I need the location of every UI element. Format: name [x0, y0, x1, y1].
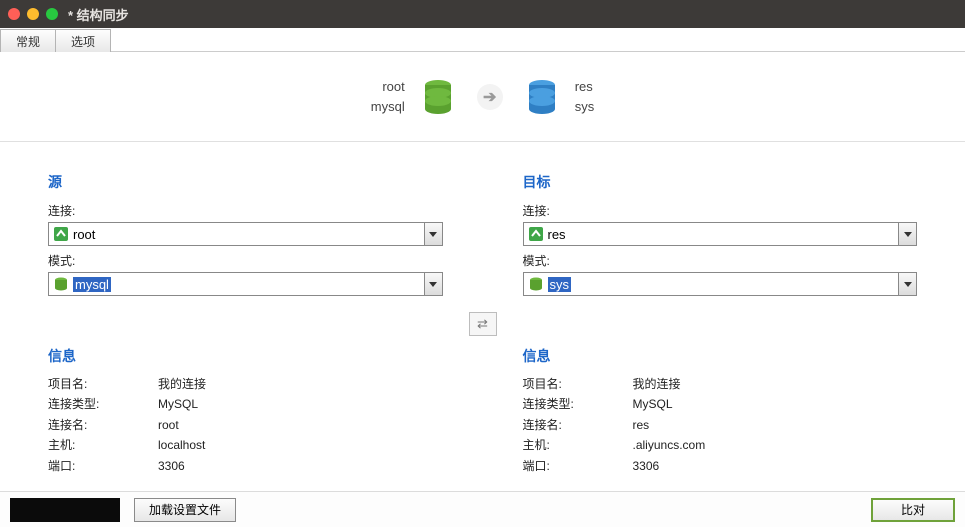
source-conn-select[interactable]: root: [48, 222, 443, 246]
source-conn-label: 连接:: [48, 202, 443, 219]
swap-button[interactable]: ⇄: [469, 312, 497, 336]
diagram-source-labels: root mysql: [371, 77, 405, 116]
connection-icon: [528, 226, 544, 242]
diagram-source-conn: root: [371, 77, 405, 97]
footer-redacted: [10, 498, 120, 522]
chevron-down-icon[interactable]: [898, 223, 916, 245]
target-conn-select[interactable]: res: [523, 222, 918, 246]
minimize-icon[interactable]: [27, 8, 39, 20]
source-info-host: localhost: [158, 435, 205, 455]
target-schema-select[interactable]: sys: [523, 272, 918, 296]
source-schema-value: mysql: [73, 277, 111, 292]
diagram-target-schema: sys: [575, 97, 595, 117]
target-info-title: 信息: [523, 346, 918, 366]
label-project: 项目名:: [48, 374, 158, 394]
tab-bar: 常规 选项: [0, 28, 965, 52]
window-title: * 结构同步: [68, 5, 129, 24]
schema-icon: [53, 276, 69, 292]
target-info-port: 3306: [633, 456, 660, 476]
target-info-type: MySQL: [633, 394, 673, 414]
label-port: 端口:: [48, 456, 158, 476]
window-controls: [8, 8, 58, 20]
diagram-source-schema: mysql: [371, 97, 405, 117]
label-project: 项目名:: [523, 374, 633, 394]
target-panel: 目标 连接: res 模式: sys 信息 项目名:我的连接 连接类型:MySQ…: [523, 172, 918, 476]
label-conn: 连接名:: [523, 415, 633, 435]
chevron-down-icon[interactable]: [424, 223, 442, 245]
diagram-target-conn: res: [575, 77, 595, 97]
footer-bar: 加载设置文件 比对: [0, 491, 965, 527]
connection-icon: [53, 226, 69, 242]
source-panel: 源 连接: root 模式: mysql 信息 项目名:我的连接 连接类型:My…: [48, 172, 443, 476]
main-content: 源 连接: root 模式: mysql 信息 项目名:我的连接 连接类型:My…: [0, 142, 965, 476]
chevron-down-icon[interactable]: [898, 273, 916, 295]
target-conn-value: res: [548, 227, 566, 242]
middle-column: ⇄: [443, 172, 523, 476]
target-info-host: .aliyuncs.com: [633, 435, 706, 455]
window-titlebar: * 结构同步: [0, 0, 965, 28]
target-schema-label: 模式:: [523, 252, 918, 269]
tab-options[interactable]: 选项: [55, 29, 111, 52]
load-settings-button[interactable]: 加载设置文件: [134, 498, 236, 522]
swap-icon: ⇄: [477, 316, 488, 332]
source-schema-select[interactable]: mysql: [48, 272, 443, 296]
maximize-icon[interactable]: [46, 8, 58, 20]
label-conn: 连接名:: [48, 415, 158, 435]
source-info-type: MySQL: [158, 394, 198, 414]
label-host: 主机:: [48, 435, 158, 455]
tab-general[interactable]: 常规: [0, 29, 56, 52]
source-title: 源: [48, 172, 443, 192]
diagram-target-labels: res sys: [575, 77, 595, 116]
target-info: 信息 项目名:我的连接 连接类型:MySQL 连接名:res 主机:.aliyu…: [523, 346, 918, 476]
source-info-port: 3306: [158, 456, 185, 476]
source-schema-label: 模式:: [48, 252, 443, 269]
database-source-icon: [423, 80, 453, 114]
source-info: 信息 项目名:我的连接 连接类型:MySQL 连接名:root 主机:local…: [48, 346, 443, 476]
source-info-conn: root: [158, 415, 179, 435]
target-info-project: 我的连接: [633, 374, 681, 394]
label-type: 连接类型:: [48, 394, 158, 414]
chevron-down-icon[interactable]: [424, 273, 442, 295]
source-conn-value: root: [73, 227, 95, 242]
target-title: 目标: [523, 172, 918, 192]
compare-button[interactable]: 比对: [871, 498, 955, 522]
target-schema-value: sys: [548, 277, 572, 292]
label-host: 主机:: [523, 435, 633, 455]
target-info-conn: res: [633, 415, 650, 435]
target-conn-label: 连接:: [523, 202, 918, 219]
schema-icon: [528, 276, 544, 292]
arrow-right-icon: ➔: [477, 84, 503, 110]
sync-diagram: root mysql ➔ res sys: [0, 52, 965, 142]
source-info-title: 信息: [48, 346, 443, 366]
database-target-icon: [527, 80, 557, 114]
close-icon[interactable]: [8, 8, 20, 20]
source-info-project: 我的连接: [158, 374, 206, 394]
label-type: 连接类型:: [523, 394, 633, 414]
label-port: 端口:: [523, 456, 633, 476]
